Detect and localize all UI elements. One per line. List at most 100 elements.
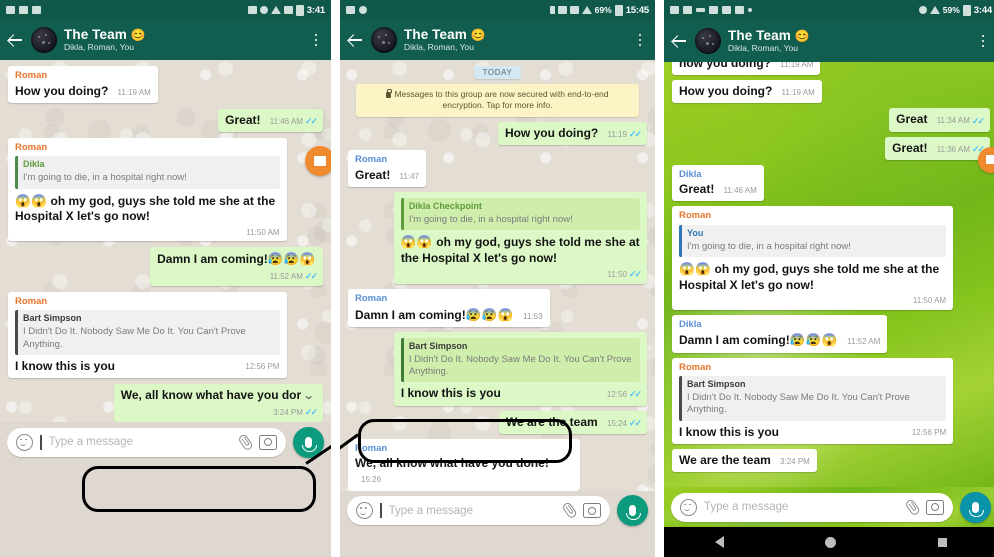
message-bubble[interactable]: Great! 11:36 AM ✓✓	[885, 136, 990, 160]
message-text: Great!	[355, 167, 391, 182]
header-titles-1[interactable]: The Team 😊 Dikla, Roman, You	[64, 27, 146, 53]
message-bubble[interactable]: Roman How you doing? 11:19 AM	[8, 66, 158, 103]
overflow-menu-icon[interactable]	[633, 31, 647, 49]
overflow-menu-icon[interactable]	[309, 31, 323, 49]
message-input-pill[interactable]: Type a message	[347, 496, 610, 526]
smiley-icon[interactable]	[680, 498, 697, 516]
message-bubble[interactable]: Roman You I'm going to die, in a hospita…	[672, 206, 954, 310]
back-arrow-icon[interactable]	[8, 32, 24, 48]
message-bubble-highlighted[interactable]: Roman We, all know what have you done! 1…	[348, 438, 581, 491]
back-arrow-icon[interactable]	[348, 32, 364, 48]
overflow-menu-icon[interactable]	[976, 32, 990, 50]
message-bubble[interactable]: Damn I am coming!😰😰😱 11:52 AM ✓✓	[150, 247, 323, 286]
smiley-icon[interactable]	[16, 433, 33, 451]
quoted-author: You	[687, 227, 704, 238]
floating-orange-badge[interactable]	[978, 146, 994, 173]
quoted-text: I Didn't Do It. Nobody Saw Me Do It. You…	[23, 326, 246, 350]
message-bubble-clipped[interactable]: how you doing? 11:19 AM	[672, 62, 821, 76]
camera-icon[interactable]	[926, 499, 944, 515]
message-time: 15:24	[606, 418, 627, 428]
message-bubble[interactable]: Roman Damn I am coming!😰😰😱 11:53	[348, 289, 550, 327]
recents-nav-icon[interactable]	[938, 537, 948, 547]
quoted-message[interactable]: Bart Simpson I Didn't Do It. Nobody Saw …	[679, 376, 947, 421]
message-bubble[interactable]: Roman Bart Simpson I Didn't Do It. Nobod…	[8, 291, 287, 379]
floating-orange-badge[interactable]	[305, 145, 331, 176]
message-time: 15:26	[361, 475, 382, 485]
cast-icon	[247, 6, 257, 14]
message-author: Dikla	[679, 318, 702, 330]
scream-emoji: 😱😱	[15, 193, 48, 208]
read-receipt-icon: ✓✓	[304, 407, 318, 418]
quoted-message[interactable]: Bart Simpson I Didn't Do It. Nobody Saw …	[15, 310, 280, 355]
mic-button[interactable]	[617, 495, 648, 527]
quoted-author: Dikla Checkpoint	[408, 200, 482, 211]
message-bubble[interactable]: We are the team 15:24 ✓✓	[498, 410, 647, 434]
phone-screenshot-3: 59% 3:44 The Team 😊 Dikla, Roman, You ho…	[664, 0, 994, 557]
message-bubble[interactable]: Roman Dikla I'm going to die, in a hospi…	[8, 137, 287, 242]
quoted-message[interactable]: Dikla Checkpoint I'm going to die, in a …	[400, 197, 640, 231]
message-meta: 11:19 AM	[118, 88, 151, 99]
message-bubble[interactable]: Dikla Checkpoint I'm going to die, in a …	[393, 191, 647, 285]
group-avatar[interactable]	[371, 27, 397, 53]
message-bubble[interactable]: How you doing? 11:19 AM	[672, 80, 822, 104]
status-bar-1: 3:41	[0, 0, 331, 20]
message-input-placeholder[interactable]: Type a message	[704, 501, 897, 513]
quoted-message[interactable]: Bart Simpson I Didn't Do It. Nobody Saw …	[400, 337, 640, 383]
header-titles-2[interactable]: The Team 😊 Dikla, Roman, You	[404, 27, 486, 53]
message-time: 12:56 PM	[911, 427, 947, 437]
dot-icon	[748, 8, 752, 12]
sim-icon	[283, 6, 293, 14]
message-input-pill[interactable]: Type a message	[7, 427, 286, 457]
attach-icon[interactable]	[234, 432, 255, 453]
back-arrow-icon[interactable]	[672, 33, 688, 49]
message-text: Great	[896, 112, 928, 127]
message-bubble[interactable]: We are the team 3:24 PM	[672, 448, 817, 473]
message-bubble[interactable]: Bart Simpson I Didn't Do It. Nobody Saw …	[393, 331, 647, 406]
attach-icon[interactable]	[558, 500, 579, 521]
message-author: Roman	[355, 154, 388, 166]
message-bubble[interactable]: Great! 11:46 AM ✓✓	[218, 108, 323, 132]
group-avatar[interactable]	[695, 28, 721, 54]
camera-icon[interactable]	[583, 503, 601, 519]
status-right-icons-3: 59% 3:44	[918, 4, 992, 16]
message-bubble[interactable]: Dikla Damn I am coming!😰😰😱 11:52 AM	[672, 314, 888, 353]
attach-icon[interactable]	[901, 497, 922, 518]
composer-3: Type a message	[664, 487, 994, 527]
quoted-message[interactable]: You I'm going to die, in a hospital righ…	[679, 224, 947, 258]
message-time: 11:47	[399, 171, 419, 181]
message-bubble[interactable]: How you doing? 11:19 ✓✓	[497, 121, 647, 146]
mic-button[interactable]	[960, 491, 991, 523]
group-avatar[interactable]	[31, 27, 57, 53]
message-bubble[interactable]: Great 11:34 AM ✓✓	[889, 108, 990, 132]
scream-emoji: 😰😰😱	[465, 307, 514, 322]
camera-icon[interactable]	[259, 434, 277, 450]
annotation-leader-1	[305, 442, 331, 465]
message-input-placeholder[interactable]: Type a message	[49, 436, 230, 448]
read-receipt-icon: ✓✓	[304, 270, 318, 281]
home-nav-icon[interactable]	[825, 536, 837, 548]
encryption-notice[interactable]: Messages to this group are now secured w…	[355, 84, 640, 117]
wifi-icon	[270, 6, 281, 14]
message-time: 11:34 AM	[936, 116, 970, 126]
header-titles-3[interactable]: The Team 😊 Dikla, Roman, You	[728, 28, 810, 54]
text-caret	[40, 434, 42, 450]
scream-emoji: 😰😰😱	[267, 252, 316, 267]
keyboard-icon	[346, 6, 355, 14]
message-bubble[interactable]: Dikla Great! 11:46 AM	[672, 164, 764, 202]
status-left-icons-3	[670, 6, 752, 14]
message-input-pill[interactable]: Type a message	[671, 492, 953, 522]
message-input-placeholder[interactable]: Type a message	[389, 505, 554, 517]
back-nav-icon[interactable]	[714, 536, 724, 548]
smiley-icon[interactable]	[356, 502, 373, 520]
message-bubble[interactable]: Roman Great! 11:47	[348, 150, 426, 187]
message-bubble[interactable]: Roman Bart Simpson I Didn't Do It. Nobod…	[672, 357, 954, 444]
message-meta: 15:24 ✓✓	[606, 418, 642, 430]
message-author: Roman	[15, 295, 48, 307]
app-icon	[32, 6, 41, 14]
message-meta: 11:19 AM	[782, 88, 815, 99]
read-receipt-icon: ✓✓	[304, 116, 318, 127]
quoted-message[interactable]: Dikla I'm going to die, in a hospital ri…	[15, 156, 280, 189]
chat-area-1: Roman How you doing? 11:19 AM Great! 11:…	[0, 60, 331, 423]
message-bubble-highlighted[interactable]: We, all know what have you dor ⌄ 3:24 PM…	[113, 384, 323, 423]
chevron-down-icon[interactable]: ⌄	[303, 391, 315, 402]
